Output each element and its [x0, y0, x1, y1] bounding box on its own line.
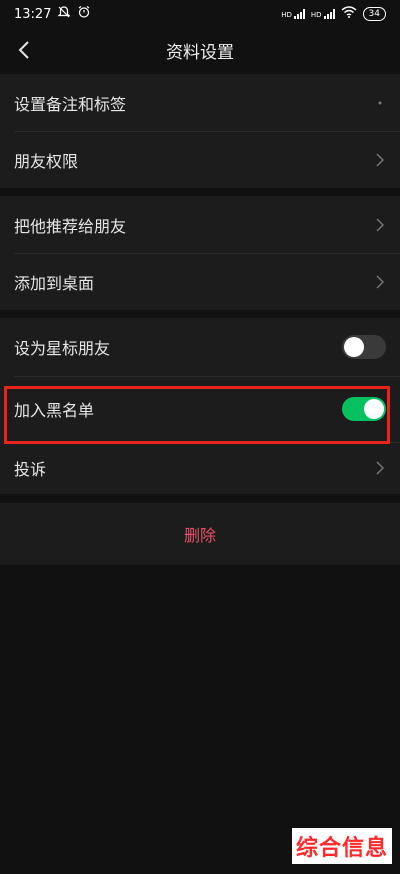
chevron-right-icon [374, 217, 386, 233]
signal-icon-2: HD [311, 9, 335, 19]
hd-label-2: HD [310, 11, 322, 19]
row-label: 投诉 [14, 460, 47, 479]
status-bar: 13:27 HD HD 34 [0, 0, 400, 28]
row-blacklist: 加入黑名单 [0, 376, 400, 442]
toggle-knob [344, 337, 364, 357]
row-star-friend: 设为星标朋友 [0, 318, 400, 376]
row-friend-permissions[interactable]: 朋友权限 [0, 131, 400, 188]
chevron-left-icon [18, 41, 29, 59]
settings-group-1: 设置备注和标签 朋友权限 [0, 74, 400, 188]
chevron-right-icon [374, 274, 386, 290]
alarm-icon [77, 5, 91, 23]
chevron-right-icon [374, 152, 386, 168]
settings-group-2: 把他推荐给朋友 添加到桌面 [0, 196, 400, 310]
hd-label-1: HD [281, 11, 292, 19]
row-label: 设为星标朋友 [14, 339, 111, 358]
chevron-right-icon [374, 460, 386, 476]
row-label: 添加到桌面 [14, 273, 95, 293]
row-recommend-friend[interactable]: 把他推荐给朋友 [0, 196, 400, 253]
page-title: 资料设置 [166, 42, 234, 63]
chevron-right-icon [374, 95, 386, 111]
star-friend-toggle[interactable] [342, 335, 386, 359]
back-button[interactable] [8, 34, 40, 66]
row-label: 把他推荐给朋友 [14, 216, 127, 236]
status-right: HD HD 34 [281, 6, 386, 22]
row-add-to-desktop[interactable]: 添加到桌面 [0, 253, 400, 310]
watermark-text: 综合信息 [291, 828, 392, 864]
settings-group-3: 设为星标朋友 加入黑名单 投诉 [0, 318, 400, 494]
row-label: 设置备注和标签 [14, 94, 127, 114]
blacklist-toggle[interactable] [342, 397, 386, 421]
row-remark-tags[interactable]: 设置备注和标签 [0, 74, 400, 131]
signal-icon-1: HD [281, 9, 305, 19]
toggle-knob [364, 399, 384, 419]
delete-button[interactable]: 删除 [0, 503, 400, 565]
row-label: 朋友权限 [14, 151, 79, 171]
mute-icon [57, 5, 71, 23]
nav-bar: 资料设置 [0, 28, 400, 72]
wifi-icon [341, 6, 357, 22]
battery-icon: 34 [362, 7, 386, 21]
row-label: 加入黑名单 [14, 401, 95, 420]
status-left: 13:27 [14, 5, 91, 23]
status-time: 13:27 [14, 6, 52, 22]
row-report[interactable]: 投诉 [0, 442, 400, 494]
